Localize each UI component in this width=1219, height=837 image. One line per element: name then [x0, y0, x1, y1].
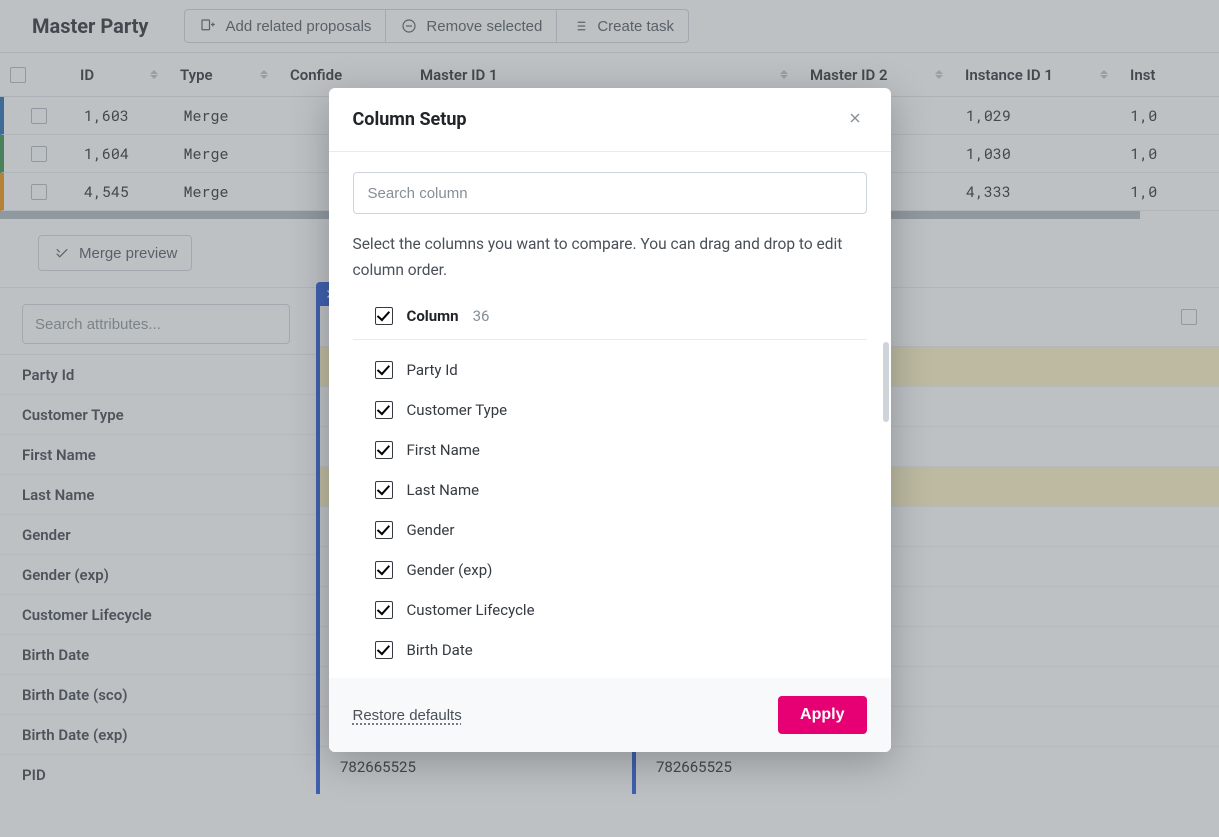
dialog-body: Select the columns you want to compare. …	[329, 152, 891, 678]
column-item-label: Party Id	[407, 361, 458, 379]
select-all-columns-checkbox[interactable]	[375, 307, 393, 325]
column-item-label: Gender	[407, 521, 455, 539]
column-item-label: Customer Type	[407, 401, 508, 419]
app-root: Master Party Add related proposals Remov…	[0, 0, 1219, 837]
apply-button[interactable]: Apply	[778, 696, 866, 734]
column-item-label: Birth Date	[407, 641, 473, 659]
column-item-label: First Name	[407, 441, 480, 459]
column-item[interactable]: Customer Lifecycle	[375, 590, 867, 630]
column-checkbox[interactable]	[375, 441, 393, 459]
column-checkbox[interactable]	[375, 401, 393, 419]
column-list: Party Id Customer Type First Name Last N…	[353, 340, 867, 674]
dialog-header: Column Setup	[329, 88, 891, 152]
column-checkbox[interactable]	[375, 521, 393, 539]
column-checkbox[interactable]	[375, 361, 393, 379]
column-item[interactable]: Gender	[375, 510, 867, 550]
column-header-label: Column	[407, 307, 459, 325]
close-icon	[847, 110, 863, 126]
column-item[interactable]: Customer Type	[375, 390, 867, 430]
column-item[interactable]: Gender (exp)	[375, 550, 867, 590]
column-checkbox[interactable]	[375, 481, 393, 499]
column-search-input[interactable]	[353, 172, 867, 214]
dialog-close-button[interactable]	[843, 106, 867, 133]
column-item-label: Last Name	[407, 481, 480, 499]
column-checkbox[interactable]	[375, 641, 393, 659]
column-item[interactable]: First Name	[375, 430, 867, 470]
dialog-description: Select the columns you want to compare. …	[353, 232, 867, 283]
column-item[interactable]: Birth Date	[375, 630, 867, 670]
column-item-label: Gender (exp)	[407, 561, 493, 579]
column-checkbox[interactable]	[375, 601, 393, 619]
column-item[interactable]: Party Id	[375, 350, 867, 390]
column-master-row: Column 36	[353, 303, 867, 340]
restore-defaults-button[interactable]: Restore defaults	[353, 707, 462, 724]
column-item-label: Customer Lifecycle	[407, 601, 535, 619]
dialog-footer: Restore defaults Apply	[329, 678, 891, 752]
column-item[interactable]: Last Name	[375, 470, 867, 510]
dialog-title: Column Setup	[353, 109, 467, 130]
modal-overlay[interactable]: Column Setup Select the columns you want…	[0, 0, 1219, 837]
column-count: 36	[473, 307, 490, 325]
dialog-scrollbar[interactable]	[883, 342, 889, 422]
column-checkbox[interactable]	[375, 561, 393, 579]
column-setup-dialog: Column Setup Select the columns you want…	[329, 88, 891, 752]
